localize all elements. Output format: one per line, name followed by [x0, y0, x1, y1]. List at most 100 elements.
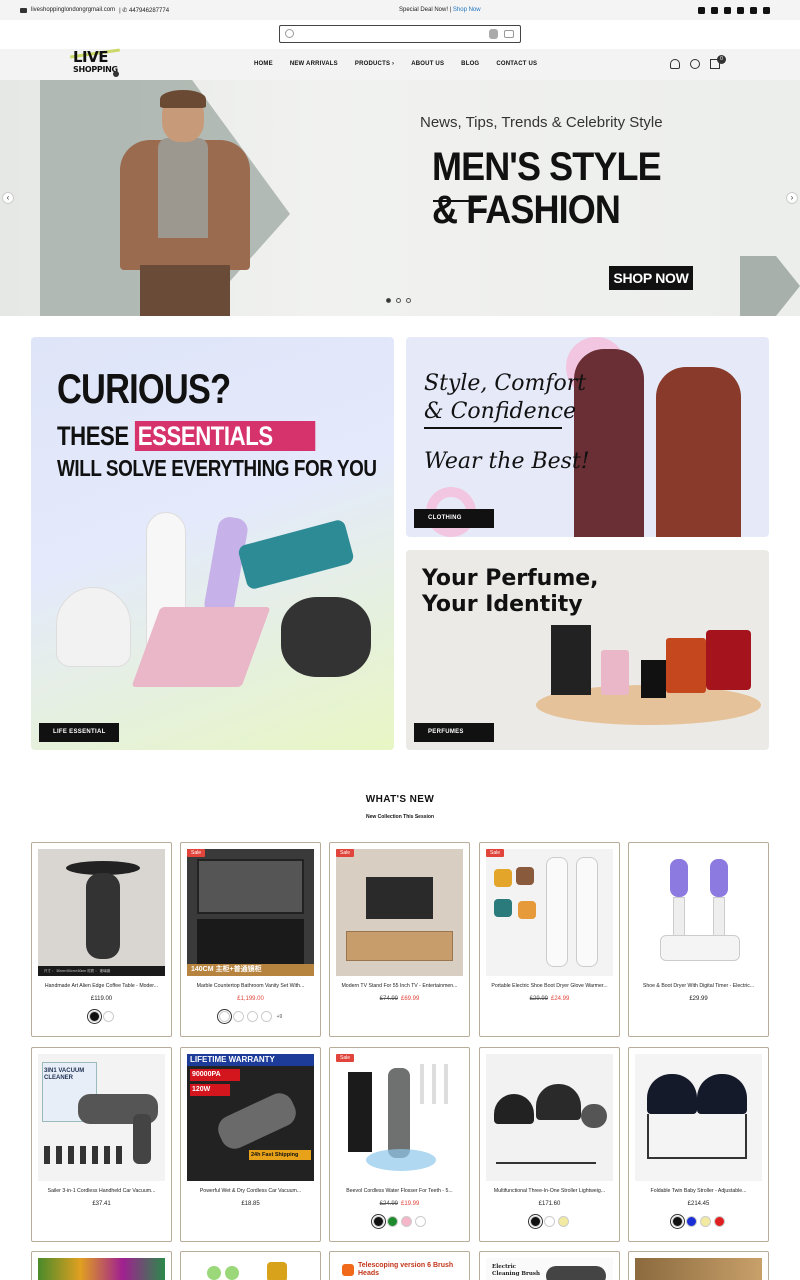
hero-shop-now-button[interactable]: SHOP NOW — [609, 266, 693, 290]
search-icon[interactable] — [285, 29, 294, 38]
product-name[interactable]: Shoe & Boot Dryer With Digital Timer - E… — [633, 983, 764, 989]
product-image[interactable]: LIFETIME WARRANTY 90000PA 120W 24h Fast … — [187, 1054, 314, 1181]
slider-prev-icon[interactable]: ‹ — [2, 192, 14, 204]
pinterest-icon[interactable] — [737, 6, 744, 14]
clothing-button[interactable]: CLOTHING — [414, 509, 494, 528]
product-card[interactable]: Telescoping version 6 Brush Heads — [329, 1251, 470, 1280]
contact-email[interactable]: liveshoppinglondongrgmail.com — [31, 7, 115, 13]
banner-clothing[interactable]: Style, Comfort & Confidence Wear the Bes… — [406, 337, 769, 537]
swatch-green[interactable] — [387, 1216, 398, 1227]
product-image[interactable]: 尺寸 ： 50cm×50cm×50cm 材质 ： 玻璃钢 — [38, 849, 165, 976]
swatch-white[interactable] — [216, 1009, 232, 1024]
product-card[interactable]: Sale Portable Electric Shoe Boot Dryer G… — [479, 842, 620, 1037]
contact-phone[interactable]: | ✆ 447946287774 — [119, 7, 169, 14]
swatch-white[interactable] — [232, 1011, 244, 1022]
product-image[interactable] — [635, 849, 762, 976]
banner-perfumes[interactable]: Your Perfume, Your Identity PERFUMES — [406, 550, 769, 750]
swatch-black[interactable] — [87, 1009, 102, 1024]
product-name[interactable]: Powerful Wet & Dry Cordless Car Vacuum..… — [185, 1188, 316, 1194]
product-name[interactable]: Modern TV Stand For 55 Inch TV - Enterta… — [334, 983, 465, 989]
product-card[interactable]: 尺寸 ： 50cm×50cm×50cm 材质 ： 玻璃钢 Handmade Ar… — [31, 842, 172, 1037]
instagram-icon[interactable] — [711, 6, 718, 14]
tiktok-icon[interactable] — [763, 6, 770, 14]
product-card[interactable]: Sale 140CM 主柜+普通镜柜 Marble Countertop Bat… — [180, 842, 321, 1037]
camera-icon[interactable] — [504, 30, 514, 38]
product-name[interactable]: Handmade Art Alien Edge Coffee Table - M… — [36, 983, 167, 989]
product-name[interactable]: Beevol Cordless Water Flosser For Teeth … — [334, 1188, 465, 1194]
product-card[interactable]: Sale Modern TV Stand For 55 Inch TV - En… — [329, 842, 470, 1037]
product-card[interactable] — [180, 1251, 321, 1280]
account-icon[interactable] — [670, 59, 680, 69]
wishlist-icon[interactable] — [690, 59, 700, 69]
product-image[interactable]: 140CM 主柜+普通镜柜 — [187, 849, 314, 976]
swatch-red[interactable] — [714, 1216, 725, 1227]
twitter-icon[interactable] — [724, 6, 731, 14]
swatch-blue[interactable] — [686, 1216, 697, 1227]
product-card[interactable]: Shoe & Boot Dryer With Digital Timer - E… — [628, 842, 769, 1037]
swatch-yellow[interactable] — [700, 1216, 711, 1227]
product-card[interactable]: LIFETIME WARRANTY 90000PA 120W 24h Fast … — [180, 1047, 321, 1242]
swatch-white[interactable] — [246, 1011, 258, 1022]
product-card[interactable]: Electric Cleaning Brush — [479, 1251, 620, 1280]
youtube-icon[interactable] — [750, 6, 757, 14]
cart-icon[interactable]: 0 — [710, 55, 726, 69]
swatch-black[interactable] — [371, 1214, 386, 1229]
life-essential-button[interactable]: LIFE ESSENTIAL — [39, 723, 119, 742]
banner-left-line1: CURIOUS? — [57, 365, 231, 412]
product-name[interactable]: Marble Countertop Bathroom Vanity Set Wi… — [185, 983, 316, 989]
product-image[interactable]: Electric Cleaning Brush — [486, 1258, 613, 1280]
slider-dot[interactable] — [396, 298, 401, 303]
product-card[interactable]: Foldable Twin Baby Stroller - Adjustable… — [628, 1047, 769, 1242]
product-name[interactable]: Portable Electric Shoe Boot Dryer Glove … — [484, 983, 615, 989]
nav-blog[interactable]: BLOG — [461, 61, 479, 67]
slider-dot[interactable] — [386, 298, 391, 303]
product-name[interactable]: Sailer 3-in-1 Cordless Handheld Car Vacu… — [36, 1188, 167, 1194]
more-swatches[interactable]: +9 — [277, 1014, 283, 1020]
product-image[interactable] — [486, 849, 613, 976]
nav-new-arrivals[interactable]: NEW ARRIVALS — [290, 61, 338, 67]
site-logo[interactable]: LIVE SHOPPING — [70, 48, 120, 79]
facebook-icon[interactable] — [698, 6, 705, 14]
product-image[interactable]: Telescoping version 6 Brush Heads — [336, 1258, 463, 1280]
product-image[interactable] — [38, 1258, 165, 1280]
product-image[interactable] — [635, 1054, 762, 1181]
swatch-yellow[interactable] — [558, 1216, 569, 1227]
product-card[interactable]: Multifunctional Three-In-One Stroller Li… — [479, 1047, 620, 1242]
slider-dot[interactable] — [406, 298, 411, 303]
color-swatches: +9 — [181, 1009, 320, 1024]
perfumes-button[interactable]: PERFUMES — [414, 723, 494, 742]
swatch-white[interactable] — [103, 1011, 114, 1022]
product-card[interactable]: 3IN1 VACUUM CLEANER Sailer 3-in-1 Cordle… — [31, 1047, 172, 1242]
swatch-white[interactable] — [415, 1216, 426, 1227]
product-image — [56, 587, 131, 667]
microphone-icon[interactable] — [489, 29, 498, 39]
product-image[interactable] — [486, 1054, 613, 1181]
nav-contact-us[interactable]: CONTACT US — [496, 61, 537, 67]
product-card[interactable] — [628, 1251, 769, 1280]
product-name[interactable]: Multifunctional Three-In-One Stroller Li… — [484, 1188, 615, 1194]
color-swatches — [480, 1214, 619, 1229]
nav-about-us[interactable]: ABOUT US — [411, 61, 444, 67]
product-image[interactable] — [336, 849, 463, 976]
product-card[interactable]: Sale Beevol Cordless Water Flosser For T… — [329, 1047, 470, 1242]
shop-now-link[interactable]: Shop Now — [453, 7, 481, 13]
search-input[interactable] — [279, 25, 521, 43]
nav-products[interactable]: PRODUCTS › — [355, 61, 394, 67]
banner-life-essential[interactable]: CURIOUS? THESE ESSENTIALS WILL SOLVE EVE… — [31, 337, 394, 750]
swatch-black[interactable] — [670, 1214, 685, 1229]
product-image[interactable] — [336, 1054, 463, 1181]
swatch-pink[interactable] — [401, 1216, 412, 1227]
product-card[interactable] — [31, 1251, 172, 1280]
product-image[interactable]: 3IN1 VACUUM CLEANER — [38, 1054, 165, 1181]
swatch-white[interactable] — [260, 1011, 272, 1022]
slider-next-icon[interactable]: › — [786, 192, 798, 204]
sale-badge: Sale — [187, 849, 206, 857]
swatch-white[interactable] — [544, 1216, 555, 1227]
swatch-black[interactable] — [528, 1214, 543, 1229]
product-price: £171.60 — [538, 1201, 561, 1207]
product-image[interactable] — [635, 1258, 762, 1280]
nav-home[interactable]: HOME — [254, 61, 273, 67]
product-image[interactable] — [187, 1258, 314, 1280]
product-name[interactable]: Foldable Twin Baby Stroller - Adjustable… — [633, 1188, 764, 1194]
product-price: £24.99 £19.99 — [379, 1201, 420, 1207]
